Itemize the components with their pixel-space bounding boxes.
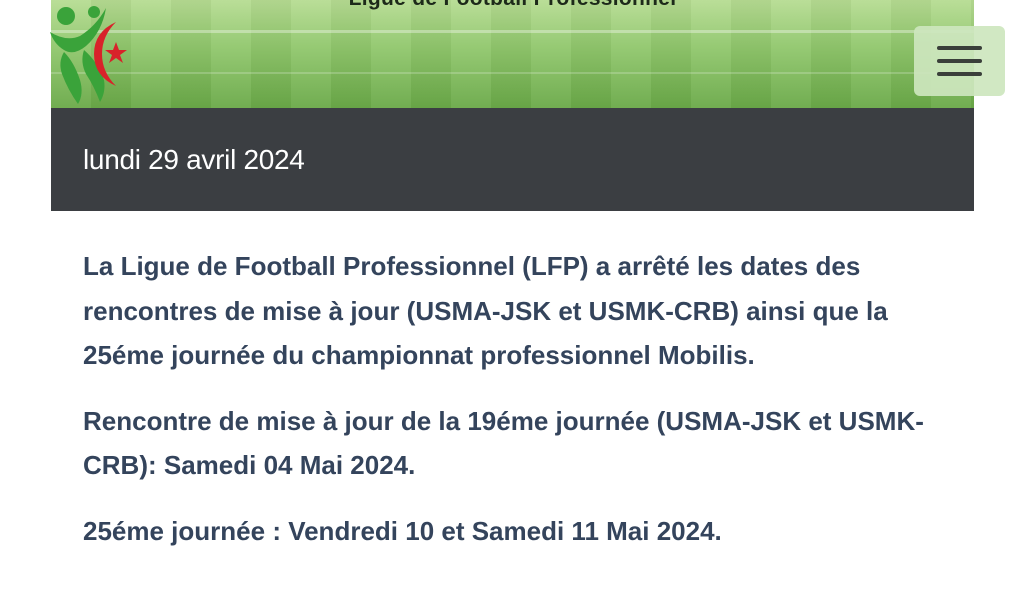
page: Ligue de Football Professionnel lundi 29… <box>0 0 1024 591</box>
article-body: La Ligue de Football Professionnel (LFP)… <box>83 244 963 574</box>
header-banner: Ligue de Football Professionnel <box>51 0 974 108</box>
article-paragraph: Rencontre de mise à jour de la 19éme jou… <box>83 405 924 481</box>
lfp-logo-icon[interactable] <box>44 2 128 106</box>
article-paragraph: La Ligue de Football Professionnel (LFP)… <box>83 251 888 370</box>
pitch-line <box>51 72 974 74</box>
menu-bar <box>937 72 982 76</box>
date-bar: lundi 29 avril 2024 <box>51 108 974 211</box>
pitch-line <box>51 30 974 33</box>
menu-bar <box>937 59 982 63</box>
menu-button[interactable] <box>914 26 1005 96</box>
menu-bar <box>937 46 982 50</box>
banner-title: Ligue de Football Professionnel <box>51 0 974 11</box>
article-date: lundi 29 avril 2024 <box>83 144 305 175</box>
article-paragraph: 25éme journée : Vendredi 10 et Samedi 11… <box>83 515 722 546</box>
